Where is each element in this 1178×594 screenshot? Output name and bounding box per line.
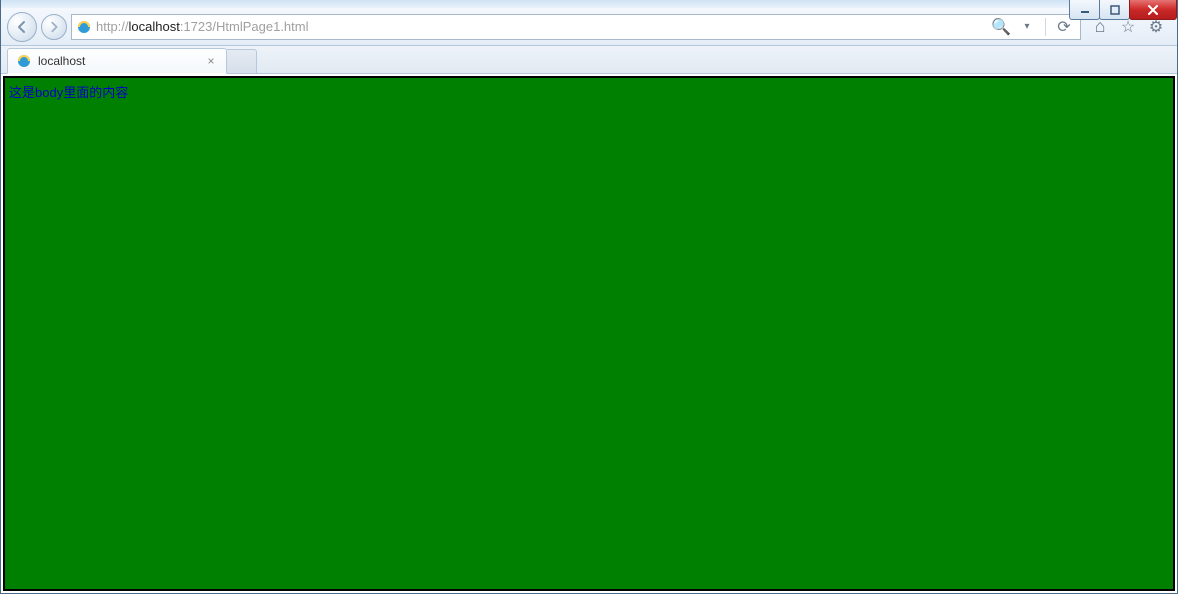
tab-strip: localhost × bbox=[1, 46, 1177, 74]
browser-right-tools: ⌂ ☆ ⚙ bbox=[1085, 18, 1171, 36]
forward-button[interactable] bbox=[41, 14, 67, 40]
minimize-button[interactable] bbox=[1069, 0, 1100, 20]
navigation-toolbar: http://localhost:1723/HtmlPage1.html 🔍 ▾… bbox=[1, 8, 1177, 46]
page-viewport: 这是body里面的内容 bbox=[3, 76, 1175, 591]
url-text: http://localhost:1723/HtmlPage1.html bbox=[96, 19, 983, 34]
page-body-text: 这是body里面的内容 bbox=[9, 82, 128, 101]
left-edge-hint bbox=[5, 154, 9, 294]
tab-title: localhost bbox=[38, 54, 85, 68]
address-separator bbox=[1045, 18, 1046, 36]
window-controls bbox=[1070, 0, 1177, 20]
ie-favicon-icon bbox=[16, 53, 32, 69]
home-icon[interactable]: ⌂ bbox=[1091, 18, 1109, 36]
search-dropdown-icon[interactable]: ▾ bbox=[1019, 19, 1035, 35]
new-tab-button[interactable] bbox=[227, 49, 257, 73]
search-icon[interactable]: 🔍 bbox=[993, 19, 1009, 35]
tab-close-icon[interactable]: × bbox=[204, 54, 218, 68]
tools-gear-icon[interactable]: ⚙ bbox=[1147, 18, 1165, 36]
maximize-button[interactable] bbox=[1099, 0, 1130, 20]
close-button[interactable] bbox=[1129, 0, 1177, 20]
tab-localhost[interactable]: localhost × bbox=[7, 48, 227, 74]
browser-window: http://localhost:1723/HtmlPage1.html 🔍 ▾… bbox=[0, 0, 1178, 594]
url-port-path: :1723/HtmlPage1.html bbox=[180, 19, 309, 34]
ie-favicon-icon bbox=[76, 19, 92, 35]
back-button[interactable] bbox=[7, 12, 37, 42]
url-prefix: http:// bbox=[96, 19, 129, 34]
refresh-icon[interactable]: ⟳ bbox=[1056, 19, 1072, 35]
address-bar-icons: 🔍 ▾ ⟳ bbox=[987, 18, 1076, 36]
url-host: localhost bbox=[129, 19, 180, 34]
window-titlebar-strip bbox=[1, 0, 1177, 8]
favorites-icon[interactable]: ☆ bbox=[1119, 18, 1137, 36]
address-bar[interactable]: http://localhost:1723/HtmlPage1.html 🔍 ▾… bbox=[71, 14, 1081, 40]
